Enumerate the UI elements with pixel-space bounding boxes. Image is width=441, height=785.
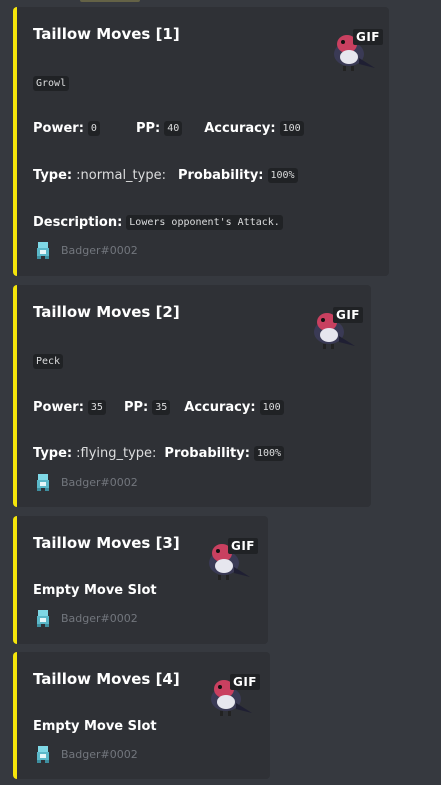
accuracy-label: Accuracy: — [204, 121, 276, 136]
stats-row: Power: 0 PP: 40 Accuracy: 100 — [33, 121, 304, 136]
power-value: 0 — [87, 121, 100, 136]
type-value: :normal_type: — [76, 168, 166, 183]
description-value: Lowers opponent's Attack. — [126, 215, 283, 230]
embed-title: Taillow Moves [4] — [33, 670, 180, 688]
accuracy-value: 100 — [279, 121, 304, 136]
move-name: Growl — [33, 76, 70, 91]
type-label: Type: — [33, 446, 73, 461]
embed-move-4: Taillow Moves [4] GIF Empty Move Slot Ba… — [13, 652, 270, 779]
empty-slot-label: Empty Move Slot — [33, 583, 157, 598]
badger-avatar-icon — [37, 746, 49, 763]
type-row: Type: :flying_type: Probability: 100% — [33, 446, 285, 461]
power-value: 35 — [87, 400, 106, 415]
embed-footer: Badger#0002 — [33, 240, 138, 260]
probability-value: 100% — [267, 168, 298, 183]
stats-row: Power: 35 PP: 35 Accuracy: 100 — [33, 400, 284, 415]
taillow-thumbnail[interactable]: GIF — [204, 533, 258, 583]
badger-avatar-icon — [37, 242, 49, 259]
move-name-row: Peck — [33, 354, 64, 369]
type-value: :flying_type: — [76, 446, 157, 461]
pp-label: PP: — [123, 400, 149, 415]
move-name: Peck — [33, 354, 64, 369]
embed-move-1: Taillow Moves [1] GIF Growl Power: 0 PP:… — [13, 7, 389, 276]
gif-badge: GIF — [352, 29, 383, 45]
footer-text: Badger#0002 — [61, 747, 138, 761]
embed-footer: Badger#0002 — [33, 744, 138, 764]
gif-badge: GIF — [227, 538, 258, 554]
type-label: Type: — [33, 168, 73, 183]
accuracy-label: Accuracy: — [184, 400, 256, 415]
pp-value: 35 — [152, 400, 171, 415]
pp-value: 40 — [164, 121, 183, 136]
pp-label: PP: — [135, 121, 161, 136]
empty-slot-row: Empty Move Slot — [33, 583, 157, 598]
empty-slot-label: Empty Move Slot — [33, 719, 157, 734]
probability-label: Probability: — [177, 168, 264, 183]
taillow-thumbnail[interactable]: GIF — [329, 24, 383, 74]
probability-label: Probability: — [164, 446, 250, 461]
embed-title: Taillow Moves [1] — [33, 25, 180, 43]
badger-avatar-icon — [37, 610, 49, 627]
move-name-row: Growl — [33, 76, 70, 91]
embed-move-2: Taillow Moves [2] GIF Peck Power: 35 PP:… — [13, 285, 371, 507]
badger-avatar-icon — [37, 474, 49, 491]
previous-message-stub — [0, 0, 441, 6]
embed-footer: Badger#0002 — [33, 608, 138, 628]
taillow-thumbnail[interactable]: GIF — [206, 669, 260, 719]
description-label: Description: — [33, 215, 123, 230]
taillow-thumbnail[interactable]: GIF — [309, 302, 363, 352]
power-label: Power: — [33, 121, 84, 136]
type-row: Type: :normal_type: Probability: 100% — [33, 168, 298, 183]
gif-badge: GIF — [332, 307, 363, 323]
accuracy-value: 100 — [259, 400, 284, 415]
empty-slot-row: Empty Move Slot — [33, 719, 157, 734]
embed-title: Taillow Moves [2] — [33, 303, 180, 321]
embed-title: Taillow Moves [3] — [33, 534, 180, 552]
embed-footer: Badger#0002 — [33, 472, 138, 492]
probability-value: 100% — [253, 446, 285, 461]
embed-move-3: Taillow Moves [3] GIF Empty Move Slot Ba… — [13, 516, 268, 644]
footer-text: Badger#0002 — [61, 611, 138, 625]
footer-text: Badger#0002 — [61, 475, 138, 489]
gif-badge: GIF — [229, 674, 260, 690]
description-row: Description: Lowers opponent's Attack. — [33, 215, 283, 230]
footer-text: Badger#0002 — [61, 243, 138, 257]
power-label: Power: — [33, 400, 84, 415]
